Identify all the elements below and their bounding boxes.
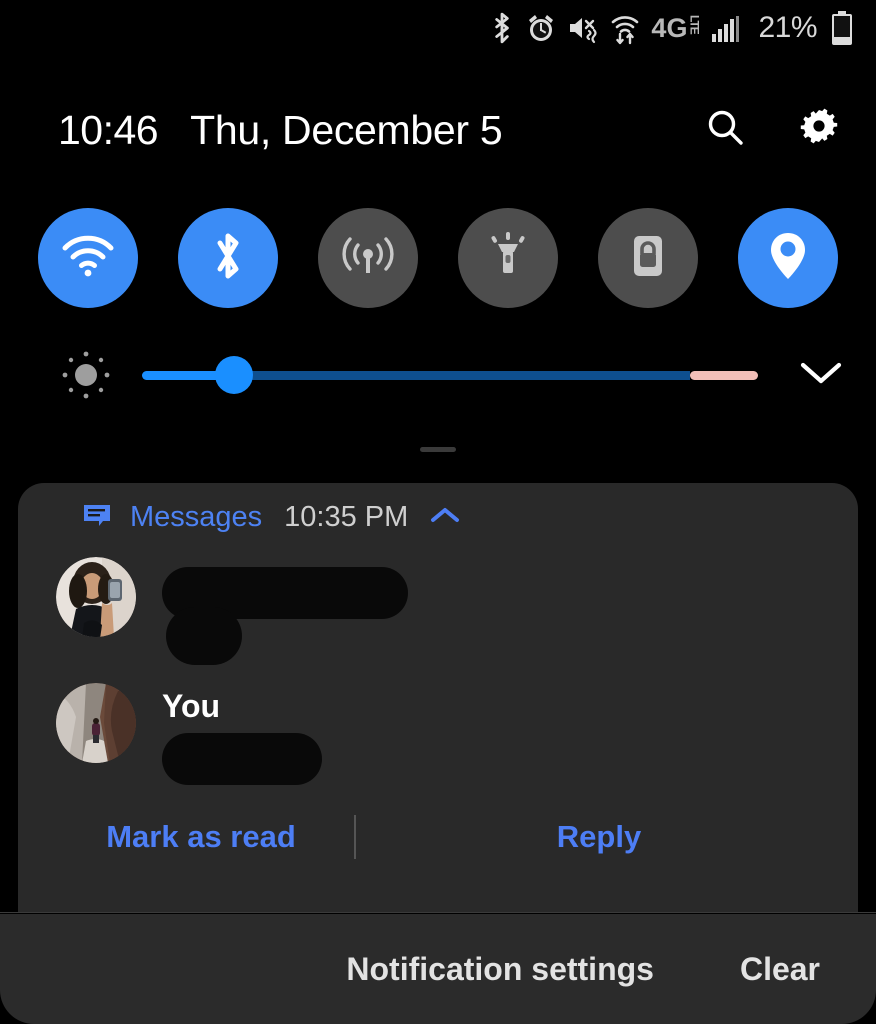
gear-icon [796, 105, 842, 156]
clock-date: Thu, December 5 [190, 106, 503, 153]
notification-actions: Mark as read Reply [42, 807, 834, 867]
auto-rotate-tile[interactable] [598, 208, 698, 308]
vibrate-mute-icon [567, 12, 599, 44]
bluetooth-tile[interactable] [178, 208, 278, 308]
notification-card[interactable]: Messages 10:35 PM You Mark as read Reply [18, 483, 858, 913]
notification-app-name: Messages [130, 500, 263, 533]
shade-drag-handle[interactable] [420, 447, 456, 452]
flashlight-tile[interactable] [458, 208, 558, 308]
notification-time: 10:35 PM [284, 500, 409, 533]
brightness-slider[interactable] [142, 347, 758, 403]
mobile-data-icon [341, 234, 395, 283]
expand-quick-settings-button[interactable] [794, 348, 848, 402]
location-tile[interactable] [738, 208, 838, 308]
brightness-track-remaining [234, 370, 691, 380]
network-type-label: 4G [651, 12, 688, 43]
clear-all-button[interactable]: Clear [726, 941, 834, 998]
search-icon [703, 106, 747, 155]
network-4glte-icon: 4G LTE [651, 12, 702, 43]
bluetooth-icon [208, 229, 248, 288]
reply-button[interactable]: Reply [364, 807, 834, 867]
notification-header[interactable]: Messages 10:35 PM [42, 483, 834, 551]
notification-settings-button[interactable]: Notification settings [332, 941, 668, 998]
quick-settings-tiles [0, 206, 876, 310]
wifi-icon [60, 234, 116, 283]
shade-footer: Notification settings Clear [0, 914, 876, 1024]
shade-header: 10:46 Thu, December 5 [0, 92, 876, 168]
status-bar: 4G LTE 21% [0, 0, 876, 56]
contact-avatar [56, 557, 136, 637]
wifi-tile[interactable] [38, 208, 138, 308]
settings-button[interactable] [790, 101, 848, 159]
alarm-icon [526, 12, 556, 44]
shade-footer-divider [0, 912, 876, 913]
message-sender-label: You [162, 688, 221, 724]
signal-bars-icon [711, 14, 741, 42]
chevron-down-icon [798, 358, 844, 393]
message-text-redacted [162, 557, 834, 671]
wifi-data-icon [610, 11, 640, 45]
brightness-row [0, 345, 876, 405]
mark-as-read-button[interactable]: Mark as read [56, 807, 346, 867]
brightness-slider-thumb[interactable] [215, 356, 254, 394]
search-button[interactable] [696, 101, 754, 159]
lock-icon [625, 230, 671, 287]
message-item: You [56, 683, 834, 785]
your-avatar [56, 683, 136, 763]
network-sub-label: LTE [687, 14, 702, 34]
messages-app-icon [82, 502, 112, 532]
bluetooth-icon [489, 12, 515, 44]
flashlight-icon [485, 230, 531, 287]
collapse-button[interactable] [428, 500, 462, 534]
blue-light-filter-indicator [690, 370, 758, 380]
battery-icon [830, 11, 854, 45]
brightness-icon [58, 347, 114, 403]
mobile-data-tile[interactable] [318, 208, 418, 308]
chevron-up-icon [429, 504, 461, 531]
action-divider [354, 815, 356, 859]
clock-time: 10:46 [58, 106, 159, 153]
redaction-block [162, 733, 322, 785]
notification-shade: 4G LTE 21% 10:46 Thu, December 5 Message… [0, 0, 876, 1024]
location-pin-icon [767, 229, 809, 288]
message-item [56, 557, 834, 671]
battery-percent-label: 21% [758, 11, 817, 44]
message-list: You [42, 551, 834, 785]
redaction-block [166, 607, 242, 665]
message-sender-and-text: You [162, 683, 834, 785]
